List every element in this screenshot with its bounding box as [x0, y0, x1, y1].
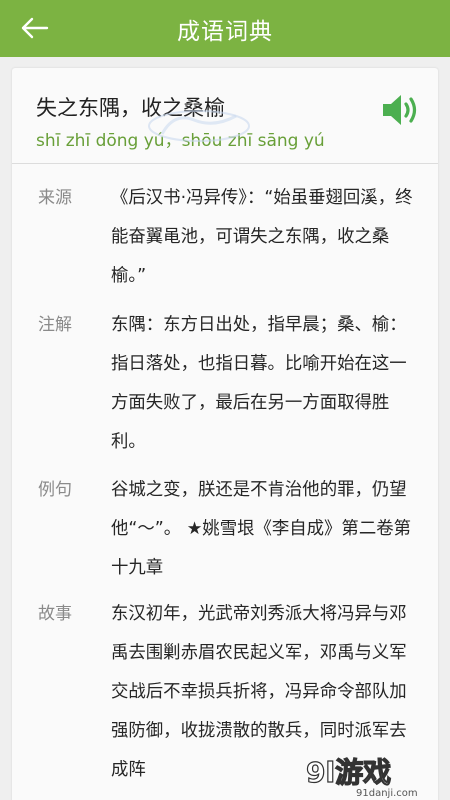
watermark-site-text: 91danji.com	[356, 788, 418, 799]
idiom-pinyin: shī zhī dōng yú，shōu zhī sāng yú	[36, 131, 325, 151]
source-label: 来源	[38, 188, 72, 208]
back-arrow-icon	[21, 17, 49, 39]
speaker-button[interactable]	[380, 89, 422, 131]
top-app-bar: 成语词典	[0, 0, 450, 57]
example-text: 谷城之变，朕还是不肯治他的罪，仍望他“～”。 ★姚雪垠《李自成》第二卷第十九章	[111, 480, 411, 578]
speaker-icon	[383, 95, 417, 125]
idiom-card: 失之东隅，收之桑榆 shī zhī dōng yú，shōu zhī sāng …	[12, 68, 438, 800]
idiom-dictionary-screen: 成语词典 失之东隅，收之桑榆 shī zhī dōng yú，shōu zhī …	[0, 0, 450, 800]
source-text: 《后汉书·冯异传》：“始虽垂翅回溪，终能奋翼黾池，可谓失之东隅，收之桑榆。”	[111, 188, 413, 286]
watermark-logo: 9l游戏 91danji.com	[305, 755, 418, 799]
story-label: 故事	[38, 604, 72, 624]
annotation-text: 东隅：东方日出处，指早晨；桑、榆：指日落处，也指日暮。比喻开始在这一方面失败了，…	[111, 315, 407, 452]
idiom-text: 失之东隅，收之桑榆	[36, 96, 225, 120]
watermark-logo-text: 9l游戏	[306, 756, 391, 789]
example-label: 例句	[38, 480, 72, 500]
page-title: 成语词典	[177, 18, 273, 45]
back-button[interactable]	[14, 8, 54, 48]
annotation-label: 注解	[38, 315, 72, 335]
idiom-header: 失之东隅，收之桑榆 shī zhī dōng yú，shōu zhī sāng …	[12, 68, 438, 164]
